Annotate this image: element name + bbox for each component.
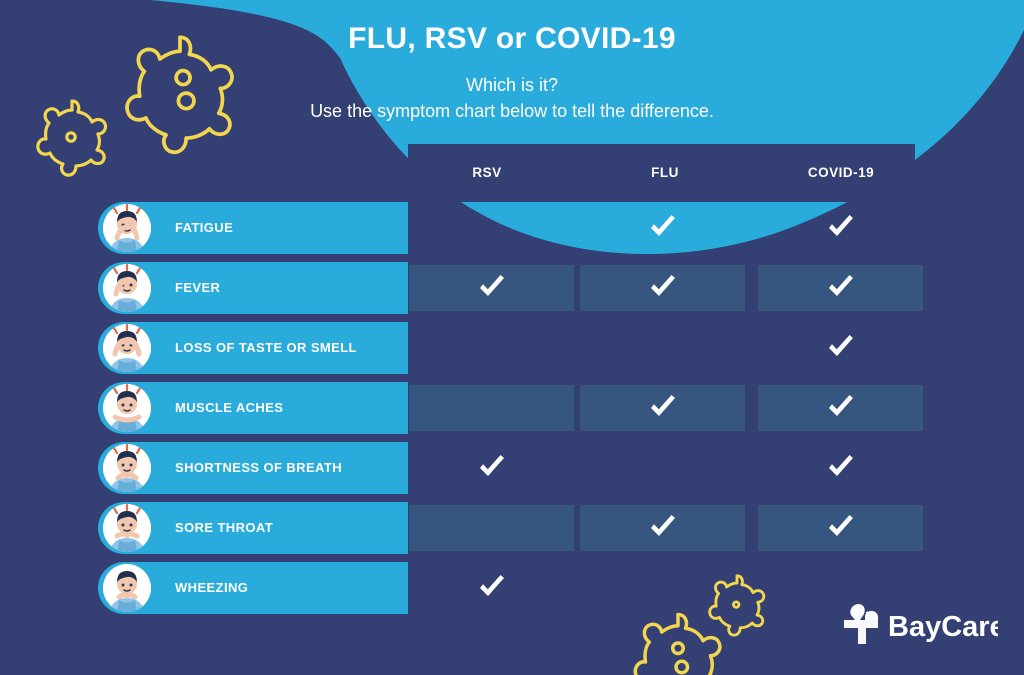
person-fever-icon — [103, 264, 151, 312]
table-row: SORE THROAT — [0, 502, 1024, 554]
symptom-label: WHEEZING — [175, 580, 249, 595]
checkmark-icon — [826, 513, 856, 543]
table-row: MUSCLE ACHES — [0, 382, 1024, 434]
cell-fatigue-rsv — [409, 205, 574, 251]
symptom-label: SHORTNESS OF BREATH — [175, 460, 342, 475]
cell-wheezing-rsv — [409, 565, 574, 611]
symptom-label: FATIGUE — [175, 220, 234, 235]
table-row: SHORTNESS OF BREATH — [0, 442, 1024, 494]
checkmark-icon — [826, 273, 856, 303]
table-row: FEVER — [0, 262, 1024, 314]
cell-sore-throat-rsv — [409, 505, 574, 551]
cell-sore-throat-flu — [580, 505, 745, 551]
cell-shortness-of-breath-rsv — [409, 445, 574, 491]
subtitle-line-2: Use the symptom chart below to tell the … — [310, 101, 714, 121]
cell-shortness-of-breath-flu — [580, 445, 745, 491]
cell-fever-flu — [580, 265, 745, 311]
checkmark-icon — [826, 213, 856, 243]
column-header-flu: FLU — [651, 165, 679, 180]
cell-fatigue-covid-19 — [758, 205, 923, 251]
cell-wheezing-flu — [580, 565, 745, 611]
person-breath-icon — [103, 444, 151, 492]
cell-fever-covid-19 — [758, 265, 923, 311]
checkmark-icon — [648, 513, 678, 543]
checkmark-icon — [648, 393, 678, 423]
page-title: FLU, RSV or COVID-19 — [348, 22, 676, 55]
symptom-label: SORE THROAT — [175, 520, 274, 535]
symptom-label: LOSS OF TASTE OR SMELL — [175, 340, 357, 355]
person-fatigue-icon — [103, 204, 151, 252]
cell-loss-of-taste-or-smell-flu — [580, 325, 745, 371]
checkmark-icon — [826, 453, 856, 483]
checkmark-icon — [826, 393, 856, 423]
cell-muscle-aches-flu — [580, 385, 745, 431]
table-row: LOSS OF TASTE OR SMELL — [0, 322, 1024, 374]
subtitle-line-1: Which is it? — [465, 75, 559, 95]
cell-muscle-aches-covid-19 — [758, 385, 923, 431]
baycare-logo: BayCare — [838, 601, 1006, 647]
checkmark-icon — [477, 573, 507, 603]
cell-sore-throat-covid-19 — [758, 505, 923, 551]
symptom-label: MUSCLE ACHES — [175, 400, 284, 415]
symptom-label: FEVER — [175, 280, 221, 295]
column-header-rsv: RSV — [472, 165, 502, 180]
cell-loss-of-taste-or-smell-covid-19 — [758, 325, 923, 371]
cell-loss-of-taste-or-smell-rsv — [409, 325, 574, 371]
person-taste-smell-icon — [103, 324, 151, 372]
cell-fatigue-flu — [580, 205, 745, 251]
baycare-pinwheel-cross-icon — [844, 604, 879, 644]
checkmark-icon — [648, 273, 678, 303]
checkmark-icon — [477, 453, 507, 483]
person-muscle-ache-icon — [103, 384, 151, 432]
checkmark-icon — [648, 213, 678, 243]
checkmark-icon — [477, 273, 507, 303]
table-row: FATIGUE — [0, 202, 1024, 254]
cell-muscle-aches-rsv — [409, 385, 574, 431]
cell-shortness-of-breath-covid-19 — [758, 445, 923, 491]
cell-fever-rsv — [409, 265, 574, 311]
infographic-canvas: FLU, RSV or COVID-19 Which is it? Use th… — [0, 0, 1024, 675]
brand-name: BayCare — [888, 611, 998, 643]
person-sore-throat-icon — [103, 504, 151, 552]
person-wheezing-icon — [103, 564, 151, 612]
column-header-covid-19: COVID-19 — [807, 165, 875, 180]
page-subtitle: Which is it? Use the symptom chart below… — [0, 72, 1024, 124]
checkmark-icon — [826, 333, 856, 363]
